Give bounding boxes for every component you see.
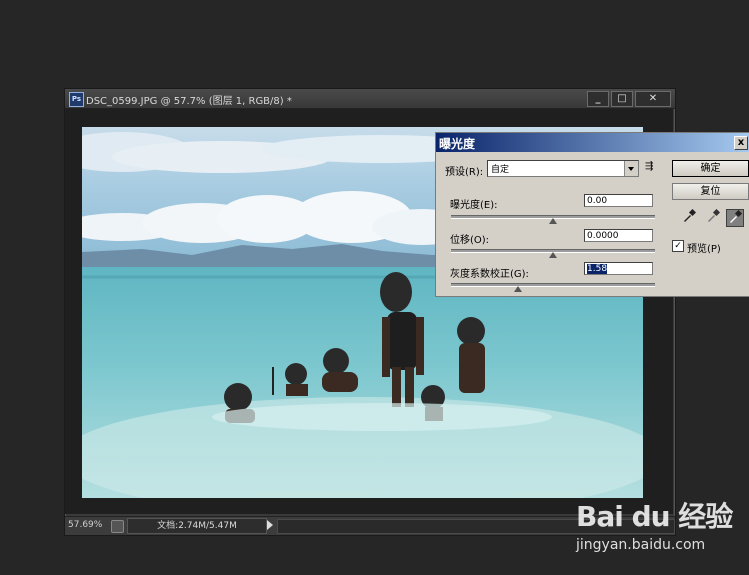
exposure-label: 曝光度(E): <box>450 200 498 211</box>
minimize-icon[interactable]: _ <box>587 91 609 107</box>
baidu-jingyan-watermark: Bai du 经验 jingyan.baidu.com <box>576 493 746 563</box>
watermark-url: jingyan.baidu.com <box>576 537 706 553</box>
offset-slider-thumb[interactable] <box>549 252 557 258</box>
close-icon[interactable]: ✕ <box>635 91 671 107</box>
ok-button[interactable]: 确定 <box>672 160 749 177</box>
dialog-title: 曝光度 <box>439 137 476 151</box>
chevron-down-icon[interactable] <box>624 161 638 176</box>
reset-button[interactable]: 复位 <box>672 183 749 200</box>
status-arrow-icon[interactable] <box>267 520 273 530</box>
preview-checkbox[interactable]: ✓ <box>672 240 684 252</box>
document-info: 文档:2.74M/5.47M <box>127 518 267 534</box>
close-icon[interactable]: x <box>734 136 748 150</box>
dialog-titlebar[interactable]: 曝光度 x <box>436 133 749 152</box>
exposure-slider[interactable] <box>451 215 655 224</box>
preview-label: 预览(P) <box>687 244 721 255</box>
exposure-dialog: 曝光度 x 预设(R): 自定 ⇶ 曝光度(E): 0.00 位移(O): 0.… <box>435 132 749 297</box>
photoshop-icon: Ps <box>69 92 84 107</box>
preset-value: 自定 <box>491 165 510 175</box>
preset-label: 预设(R): <box>445 167 484 178</box>
exposure-input[interactable]: 0.00 <box>584 194 653 207</box>
gamma-slider-thumb[interactable] <box>514 286 523 292</box>
status-menu-icon[interactable] <box>111 520 124 533</box>
offset-slider[interactable] <box>451 249 655 258</box>
watermark-brand: Bai du 经验 <box>576 500 733 533</box>
gamma-slider[interactable] <box>451 283 655 292</box>
gray-eyedropper-icon[interactable] <box>704 208 722 227</box>
document-titlebar[interactable]: Ps DSC_0599.JPG @ 57.7% (图层 1, RGB/8) * … <box>65 89 675 109</box>
exposure-slider-thumb[interactable] <box>549 218 557 224</box>
restore-icon[interactable]: □ <box>611 91 633 107</box>
gamma-label: 灰度系数校正(G): <box>450 269 529 280</box>
preset-options-icon[interactable]: ⇶ <box>645 161 659 173</box>
gamma-value: 1.58 <box>587 264 608 274</box>
offset-input[interactable]: 0.0000 <box>584 229 653 242</box>
black-eyedropper-icon[interactable] <box>680 208 698 227</box>
zoom-level[interactable]: 57.69% <box>68 520 102 530</box>
document-title: DSC_0599.JPG @ 57.7% (图层 1, RGB/8) * <box>86 96 292 107</box>
gamma-input[interactable]: 1.58 <box>584 262 653 275</box>
preset-select[interactable]: 自定 <box>487 160 639 177</box>
offset-label: 位移(O): <box>450 235 490 246</box>
white-eyedropper-icon[interactable] <box>726 209 744 227</box>
